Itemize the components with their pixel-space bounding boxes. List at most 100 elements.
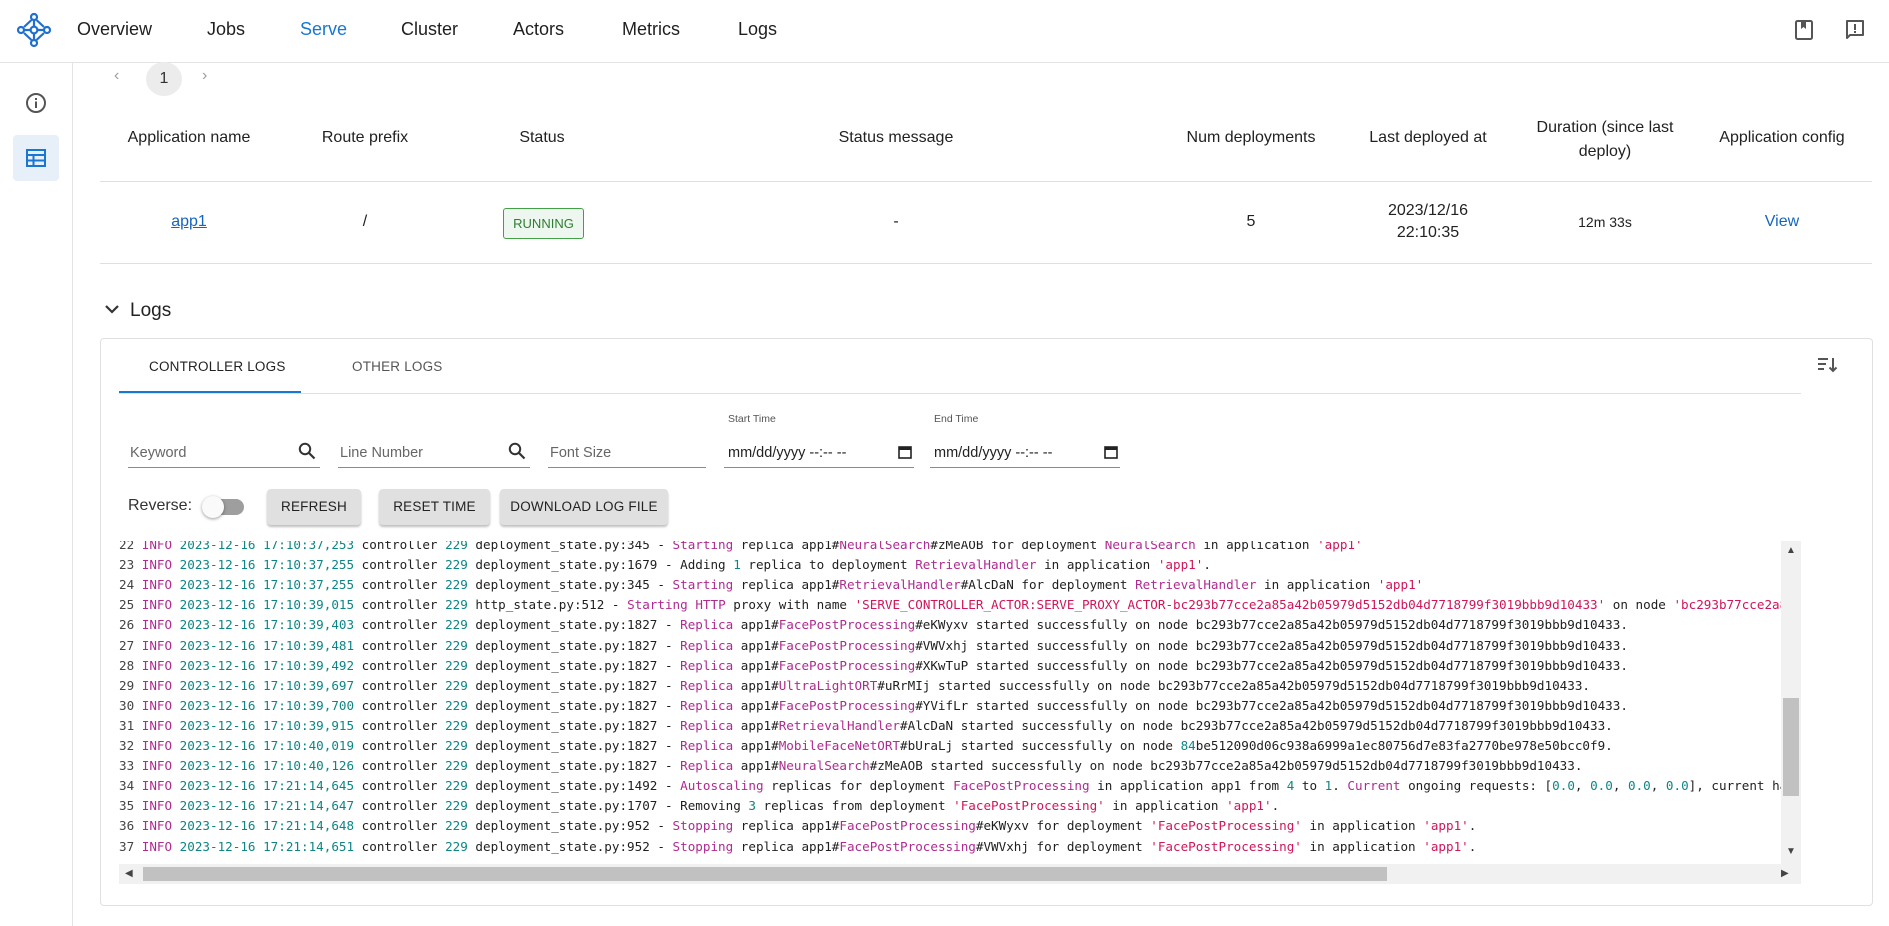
logs-section-title: Logs [130,300,172,321]
search-icon[interactable] [508,442,526,460]
font-size-placeholder: Font Size [550,445,612,461]
vertical-scroll-thumb[interactable] [1783,698,1799,796]
download-log-file-button[interactable]: DOWNLOAD LOG FILE [500,489,668,525]
log-timestamp: 2023-12-16 17:10:37,253 [179,541,362,552]
scroll-up-icon[interactable]: ▲ [1786,545,1796,556]
header-status[interactable]: Status [480,126,604,150]
nav-actors[interactable]: Actors [513,19,564,40]
nav-overview[interactable]: Overview [77,19,152,40]
page-button-current[interactable]: 1 [146,62,182,96]
calendar-icon[interactable] [1104,445,1118,459]
log-message-segment: replica to deployment [740,557,916,573]
sort-descending-icon[interactable] [1815,353,1839,377]
chevron-left-icon[interactable]: ‹ [114,67,119,85]
log-level: INFO [141,818,180,834]
log-message-segment: FacePostProcessing [778,697,916,713]
log-process: controller [361,798,446,814]
cell-application-config: View [1708,211,1856,233]
log-timestamp: 2023-12-16 17:21:14,647 [179,798,362,814]
log-message-segment: 'SERVE_CONTROLLER_ACTOR:SERVE_PROXY_ACTO… [854,597,1606,613]
calendar-icon[interactable] [898,445,912,459]
log-message-segment: Replica [680,758,734,774]
log-source: deployment_state.py:1827 - [475,637,681,653]
log-message-segment: 'app1' [1423,838,1469,854]
log-message-segment: in application [1301,838,1424,854]
log-source: deployment_state.py:952 - [475,818,673,834]
log-process: controller [361,818,446,834]
log-message-segment: app1# [733,677,779,693]
nav-serve[interactable]: Serve [300,19,347,40]
chevron-right-icon[interactable]: › [202,67,207,85]
nav-logs[interactable]: Logs [738,19,777,40]
line-number-field[interactable]: Line Number [338,427,530,468]
horizontal-scroll-thumb[interactable] [143,867,1387,881]
log-source: deployment_state.py:1827 - [475,758,681,774]
log-source: deployment_state.py:1827 - [475,677,681,693]
log-message-segment: #XKwTuP started successfully on node bc2… [915,657,1628,673]
log-timestamp: 2023-12-16 17:10:39,403 [179,617,362,633]
header-application-name[interactable]: Application name [110,126,268,150]
sidebar-item-info[interactable] [13,80,59,126]
log-message-segment: FacePostProcessing [953,778,1090,794]
app-name-link[interactable]: app1 [171,213,207,230]
ray-logo-icon[interactable] [16,12,52,48]
header-application-config[interactable]: Application config [1708,126,1856,150]
log-pid: 229 [445,758,476,774]
reverse-toggle[interactable] [202,496,244,518]
log-source: deployment_state.py:1707 - [475,798,681,814]
log-message-segment: 'FacePostProcessing' [953,798,1105,814]
log-message-segment: Replica [680,738,734,753]
log-message-segment: in application app1 from [1089,778,1287,794]
scroll-right-icon[interactable]: ▶ [1781,868,1789,879]
log-source: deployment_state.py:1492 - [475,778,681,794]
log-source: deployment_state.py:1827 - [475,717,681,733]
log-source: deployment_state.py:1827 - [475,617,681,633]
feedback-icon[interactable] [1843,18,1867,42]
search-icon[interactable] [298,442,316,460]
nav-jobs[interactable]: Jobs [207,19,245,40]
start-time-field[interactable]: Start Time mm/dd/yyyy --:-- -- [724,413,914,468]
log-message-segment: , [1650,778,1666,794]
log-line: 22 INFO 2023-12-16 17:10:37,253 controll… [119,541,1363,555]
header-last-deployed-at[interactable]: Last deployed at [1350,126,1506,150]
log-line: 31 INFO 2023-12-16 17:10:39,915 controll… [119,716,1613,736]
log-level: INFO [141,697,180,713]
tab-other-logs[interactable]: OTHER LOGS [352,359,443,374]
horizontal-scrollbar[interactable]: ◀ ▶ [119,864,1801,884]
top-navigation-bar: Overview Jobs Serve Cluster Actors Metri… [0,0,1889,63]
log-message-segment: #AlcDaN for deployment [960,577,1136,593]
sidebar-item-table[interactable] [13,135,59,181]
log-message-segment: 3 [748,798,756,814]
nav-cluster[interactable]: Cluster [401,19,458,40]
refresh-button[interactable]: REFRESH [267,489,361,525]
header-route-prefix[interactable]: Route prefix [300,126,430,150]
log-source: deployment_state.py:1827 - [475,657,681,673]
log-pid: 229 [445,738,476,753]
end-time-field[interactable]: End Time mm/dd/yyyy --:-- -- [930,413,1120,468]
header-duration[interactable]: Duration (since last deploy) [1520,116,1690,164]
nav-metrics[interactable]: Metrics [622,19,680,40]
log-level: INFO [141,617,180,633]
table-row-divider [100,263,1872,264]
reset-time-button[interactable]: RESET TIME [379,489,490,525]
font-size-field[interactable]: Font Size [548,427,706,468]
log-message-segment: replica app1# [733,541,840,552]
docs-book-icon[interactable] [1792,18,1816,42]
log-message-segment: MobileFaceNetORT [778,738,901,753]
tabs-divider [119,393,1801,394]
log-message-segment: FacePostProcessing [778,657,916,673]
view-config-link[interactable]: View [1765,213,1799,230]
log-source: deployment_state.py:1679 - [475,557,681,573]
log-message-segment: FacePostProcessing [839,838,976,854]
scroll-left-icon[interactable]: ◀ [125,868,133,879]
scroll-down-icon[interactable]: ▼ [1786,846,1796,857]
keyword-field[interactable]: Keyword [128,427,320,468]
log-line: 32 INFO 2023-12-16 17:10:40,019 controll… [119,736,1613,756]
line-number-placeholder: Line Number [340,445,424,461]
tab-controller-logs[interactable]: CONTROLLER LOGS [149,359,286,374]
vertical-scrollbar[interactable]: ▲ ▼ [1781,541,1801,864]
header-num-deployments[interactable]: Num deployments [1170,126,1332,150]
header-status-message[interactable]: Status message [800,126,992,150]
log-source: http_state.py:512 - [475,597,628,613]
logs-section-toggle[interactable]: Logs [104,300,171,322]
